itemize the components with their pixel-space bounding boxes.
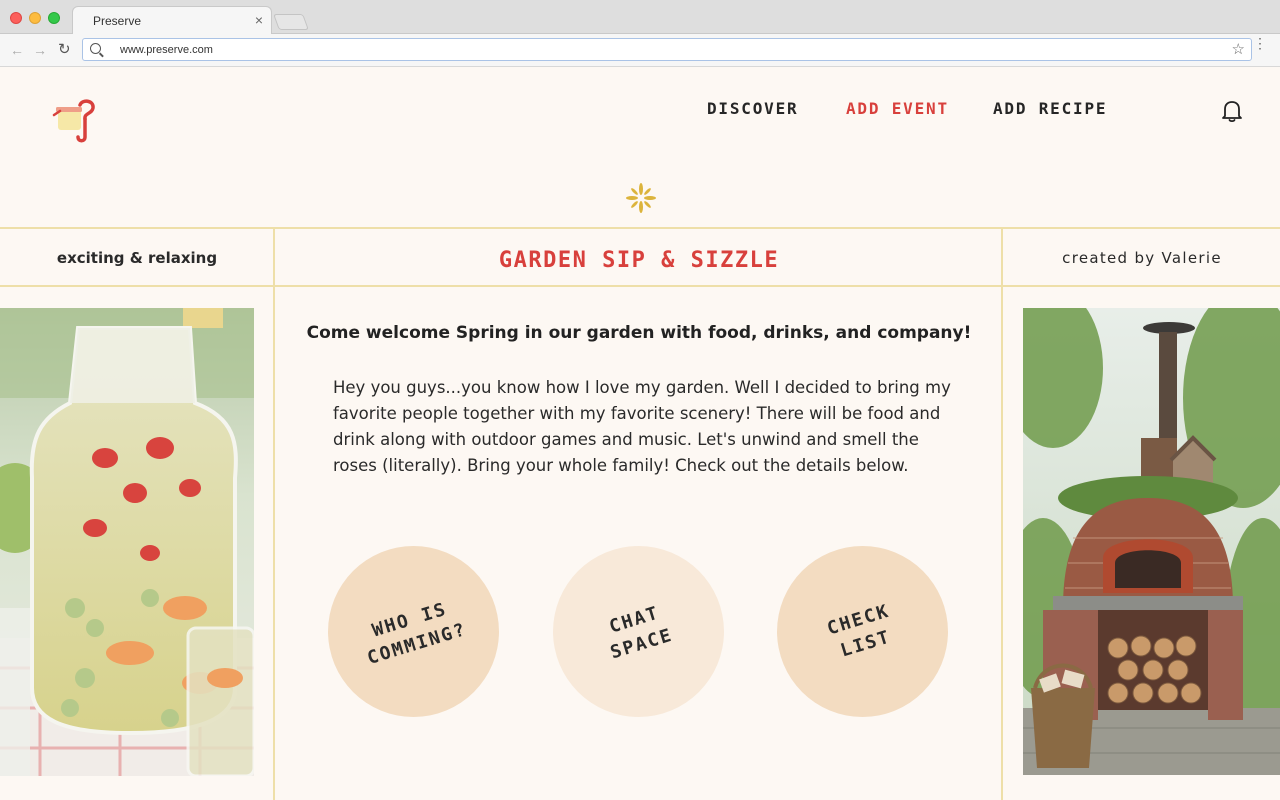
star-icon[interactable]: ☆ xyxy=(1232,40,1245,58)
event-creator: created by Valerie xyxy=(1062,249,1222,267)
tab-close-icon[interactable]: × xyxy=(255,12,263,28)
preserve-jar-logo-icon[interactable] xyxy=(52,97,96,145)
search-icon xyxy=(90,43,101,54)
browser-tab-bar: Preserve × xyxy=(0,0,1280,35)
checklist-label: CHECK LIST xyxy=(825,600,894,662)
back-arrow-icon[interactable]: ← xyxy=(10,42,24,58)
pizza-oven-photo xyxy=(1023,308,1280,775)
chat-space-button[interactable]: CHAT SPACE xyxy=(553,546,724,717)
who-is-coming-label: WHO IS COMMING? xyxy=(364,598,470,669)
forward-arrow-icon[interactable]: → xyxy=(33,42,47,58)
browser-toolbar: ← → ↻ www.preserve.com ☆ ⋮ xyxy=(0,34,1280,67)
browser-tab[interactable]: Preserve × xyxy=(72,6,272,35)
browser-menu-icon[interactable]: ⋮ xyxy=(1253,36,1267,50)
sparkle-icon xyxy=(621,178,661,218)
event-description: Hey you guys...you know how I love my ga… xyxy=(333,378,951,475)
drink-dispenser-photo xyxy=(0,308,254,776)
address-bar[interactable]: www.preserve.com ☆ xyxy=(82,38,1252,61)
event-mood: exciting & relaxing xyxy=(56,249,218,267)
checklist-button[interactable]: CHECK LIST xyxy=(777,546,948,717)
chat-space-label: CHAT SPACE xyxy=(607,601,676,663)
tab-title: Preserve xyxy=(93,14,142,28)
who-is-coming-button[interactable]: WHO IS COMMING? xyxy=(328,546,499,717)
maximize-window-button[interactable] xyxy=(48,12,60,24)
event-title: GARDEN SIP & SIZZLE xyxy=(498,247,780,273)
close-window-button[interactable] xyxy=(10,12,22,24)
minimize-window-button[interactable] xyxy=(29,12,41,24)
new-tab-button[interactable] xyxy=(273,14,309,30)
nav-add-recipe-link[interactable]: ADD RECIPE xyxy=(993,99,1107,118)
nav-discover-link[interactable]: DISCOVER xyxy=(707,99,798,118)
bell-icon[interactable] xyxy=(1219,98,1245,124)
event-subtitle: Come welcome Spring in our garden with f… xyxy=(306,323,972,343)
nav-add-event-link[interactable]: ADD EVENT xyxy=(846,99,949,118)
grid-divider xyxy=(273,228,275,800)
url-text: www.preserve.com xyxy=(120,44,213,56)
grid-divider xyxy=(1001,228,1003,800)
grid-divider xyxy=(0,227,1280,229)
reload-icon[interactable]: ↻ xyxy=(58,40,71,58)
